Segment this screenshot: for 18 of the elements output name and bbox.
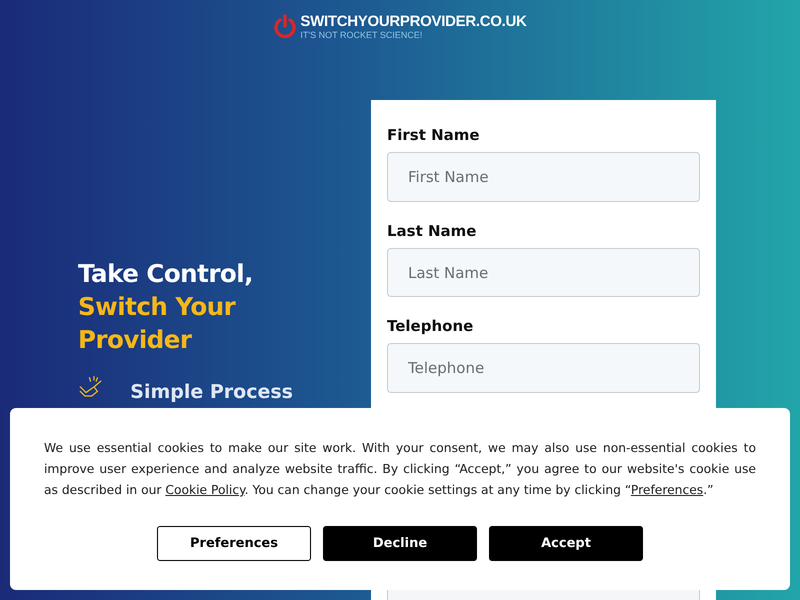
cookie-button[interactable]: Accept: [489, 526, 643, 561]
cookie-policy-link[interactable]: Cookie Policy: [165, 483, 245, 497]
hero-heading: Take Control,: [78, 258, 254, 290]
field-label: Last Name: [387, 222, 478, 240]
hero-heading: Switch Your Provider: [78, 291, 237, 356]
power-icon: [273, 14, 298, 40]
cookie-button[interactable]: Preferences: [157, 526, 311, 561]
cookie-notice: We use essential cookies to make our site work. With your consent, we may also use non-essential cookies to improve user experience and analyze website traffic. By clicking “Accept,” you agree to our website's cookie use as described in our Cookie Policy. You can change your cookie settings at any time by clicking “Preferences.”: [44, 440, 756, 499]
logo-name: SWITCHYOURPROVIDER.CO.UK: [300, 14, 527, 30]
text-field[interactable]: First Name: [387, 152, 700, 202]
cookie-button[interactable]: Decline: [323, 526, 477, 561]
preferences-link[interactable]: Preferences: [630, 483, 704, 497]
logo-tagline: IT'S NOT ROCKET SCIENCE!: [300, 30, 424, 40]
feature-title: Simple Process: [130, 381, 293, 403]
field-label: Telephone: [387, 317, 474, 336]
text-field[interactable]: Last Name: [387, 248, 700, 298]
field-label: First Name: [387, 126, 481, 144]
text-field[interactable]: Telephone: [387, 343, 700, 394]
